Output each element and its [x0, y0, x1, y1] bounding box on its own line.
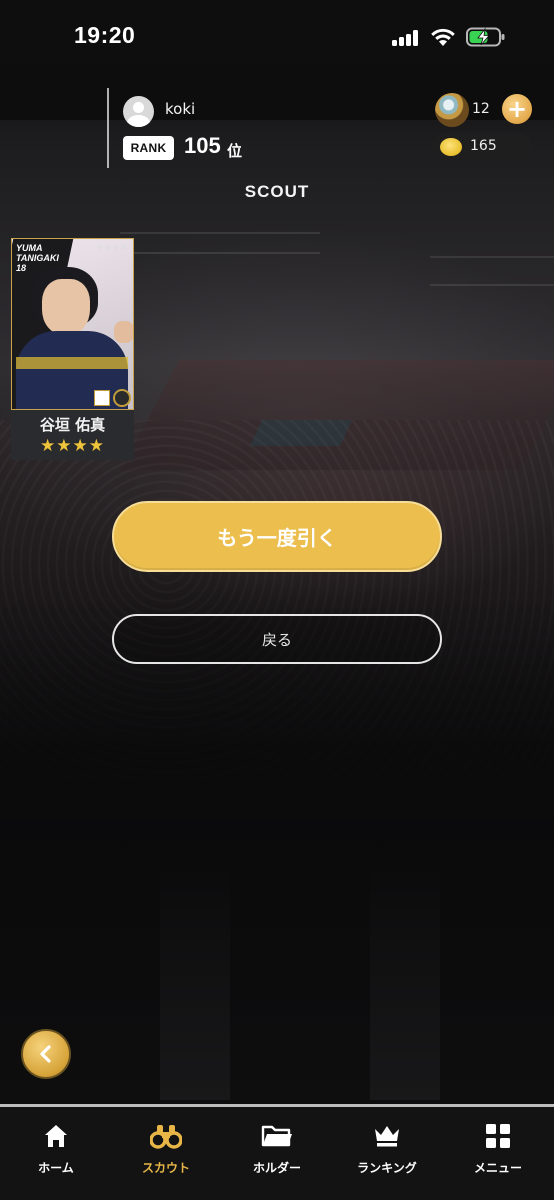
arena-background [0, 0, 554, 1200]
coin-count: 165 [470, 138, 497, 154]
tab-ranking[interactable]: ランキング [332, 1123, 442, 1183]
player-shirt [16, 331, 128, 409]
status-time: 19:20 [74, 22, 136, 48]
team-logo-icon [113, 389, 131, 407]
gem-icon [435, 93, 469, 127]
chevron-left-icon [40, 1045, 51, 1063]
coin-balance: 165 [432, 133, 532, 161]
player-face [42, 279, 90, 335]
background-pillar [370, 860, 440, 1100]
grid-icon [486, 1124, 510, 1148]
background-pillar [160, 860, 230, 1100]
cellular-signal-icon [392, 30, 420, 46]
wifi-icon [431, 28, 455, 46]
tab-holder[interactable]: ホルダー [222, 1123, 332, 1183]
header-divider [107, 88, 109, 168]
back-button[interactable]: 戻る [112, 614, 442, 664]
coin-icon [440, 138, 462, 156]
card-rarity-stars: ★★★★ [40, 436, 105, 456]
add-gems-button[interactable]: + [502, 94, 532, 124]
gem-count: 12 [472, 101, 490, 117]
card-player-romaji: YUMA TANIGAKI 18 [16, 243, 59, 273]
username: koki [165, 100, 196, 118]
tab-label: ランキング [357, 1161, 417, 1175]
rank-badge: RANK [123, 136, 174, 160]
rank-suffix: 位 [227, 142, 243, 160]
tab-label: メニュー [473, 1161, 522, 1175]
home-icon [45, 1125, 67, 1147]
tab-label: スカウト [141, 1161, 190, 1175]
rank-value: 105 [184, 133, 221, 158]
page-title: SCOUT [244, 182, 310, 201]
player-fist [114, 321, 133, 343]
background-fade [0, 0, 554, 1200]
bottom-tab-bar: ホーム スカウト ホルダー ランキング メニュー [0, 1104, 554, 1200]
shirt-band [16, 357, 128, 369]
league-logo-icon [94, 390, 110, 406]
battery-charging-icon [466, 27, 505, 47]
back-fab-button[interactable] [21, 1029, 71, 1079]
tab-scout[interactable]: スカウト [111, 1123, 221, 1183]
card-player-name: 谷垣 佑真 [39, 416, 106, 434]
player-card[interactable]: YUMA TANIGAKI 18 ★★★★ 谷垣 佑真 ★★★★ [11, 238, 134, 460]
crown-icon [375, 1126, 399, 1147]
avatar-head [133, 102, 144, 113]
tab-home[interactable]: ホーム [1, 1123, 111, 1183]
plus-icon: + [506, 95, 528, 123]
draw-again-button[interactable]: もう一度引く [112, 501, 442, 572]
folder-icon [261, 1125, 292, 1147]
player-photo: YUMA TANIGAKI 18 ★★★★ [11, 238, 134, 410]
tab-menu[interactable]: メニュー [443, 1123, 553, 1183]
tab-label: ホーム [38, 1161, 74, 1175]
binoculars-icon [150, 1125, 182, 1149]
avatar-body [127, 115, 150, 127]
tab-label: ホルダー [252, 1161, 301, 1175]
status-bar: 19:20 [0, 0, 554, 76]
avatar[interactable] [123, 96, 154, 127]
card-mini-stars: ★★★★ [96, 243, 129, 252]
